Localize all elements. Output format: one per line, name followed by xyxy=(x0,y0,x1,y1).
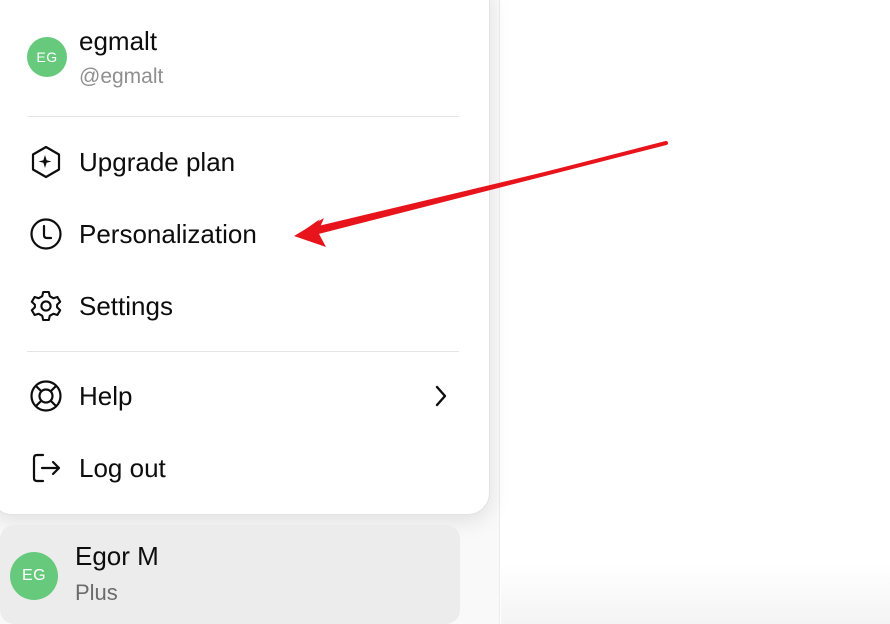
menu-item-label: Personalization xyxy=(79,219,257,249)
profile-handle: @egmalt xyxy=(79,65,164,88)
bottom-fade xyxy=(501,564,890,624)
menu-item-label: Log out xyxy=(79,453,166,483)
profile-header: EG egmalt @egmalt xyxy=(27,26,447,96)
logout-icon xyxy=(27,449,65,487)
account-plan: Plus xyxy=(75,580,118,605)
upgrade-sparkle-icon xyxy=(27,143,65,181)
account-button[interactable]: EG Egor M Plus xyxy=(0,525,460,624)
menu-item-label: Help xyxy=(79,381,133,411)
menu-item-label: Settings xyxy=(79,291,173,321)
account-avatar: EG xyxy=(10,552,58,600)
account-name: Egor M xyxy=(75,541,159,571)
menu-item-log-out[interactable]: Log out xyxy=(27,444,459,492)
menu-item-help[interactable]: Help xyxy=(27,372,459,420)
profile-name: egmalt xyxy=(79,26,158,56)
account-menu-popover: EG egmalt @egmalt Upgrade plan Personali… xyxy=(0,0,490,515)
main-area xyxy=(501,0,890,624)
menu-item-label: Upgrade plan xyxy=(79,147,236,177)
menu-item-settings[interactable]: Settings xyxy=(27,282,459,330)
menu-item-upgrade-plan[interactable]: Upgrade plan xyxy=(27,138,459,186)
chevron-right-icon xyxy=(427,382,455,410)
menu-item-personalization[interactable]: Personalization xyxy=(27,210,459,258)
profile-avatar: EG xyxy=(27,37,67,77)
gear-icon xyxy=(27,287,65,325)
lifebuoy-icon xyxy=(27,377,65,415)
divider-bottom xyxy=(27,351,459,352)
personalization-icon xyxy=(27,215,65,253)
divider-top xyxy=(27,116,459,117)
